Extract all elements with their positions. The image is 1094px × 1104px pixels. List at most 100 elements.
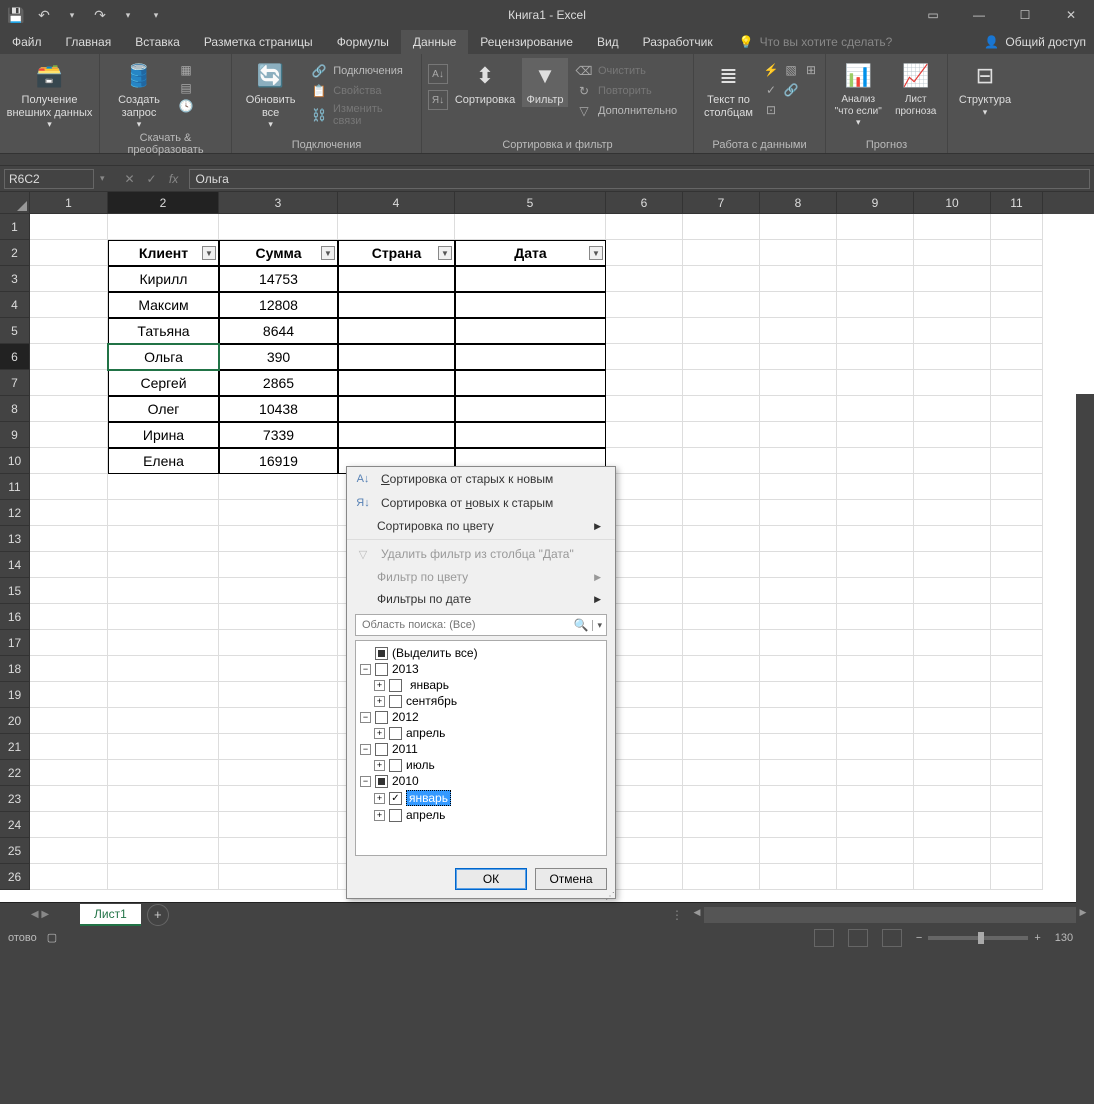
cell[interactable]: [837, 292, 914, 318]
tree-month-selected[interactable]: +✓ январь: [360, 789, 602, 807]
cell[interactable]: Сергей: [108, 370, 219, 396]
search-drop-icon[interactable]: ▾: [592, 620, 606, 631]
cell[interactable]: [914, 812, 991, 838]
checkbox-icon[interactable]: [375, 711, 388, 724]
col-header[interactable]: 9: [837, 192, 914, 214]
cell[interactable]: [837, 448, 914, 474]
cell[interactable]: [108, 578, 219, 604]
tree-year-2012[interactable]: − 2012: [360, 709, 602, 725]
get-external-data-button[interactable]: 🗃️ Получение внешних данных▾: [6, 58, 93, 130]
filter-search-input[interactable]: [356, 619, 570, 631]
col-header[interactable]: 4: [338, 192, 455, 214]
cell[interactable]: [338, 318, 455, 344]
cell[interactable]: Клиент▼: [108, 240, 219, 266]
cell[interactable]: [606, 630, 683, 656]
cell[interactable]: [914, 318, 991, 344]
cell[interactable]: [991, 682, 1043, 708]
filter-search-box[interactable]: 🔍 ▾: [355, 614, 607, 636]
from-table-icon[interactable]: ▤: [178, 80, 194, 96]
cell[interactable]: [914, 370, 991, 396]
cell[interactable]: [760, 578, 837, 604]
cell[interactable]: [606, 448, 683, 474]
expand-icon[interactable]: +: [374, 696, 385, 707]
cell[interactable]: [991, 604, 1043, 630]
tree-year-2010[interactable]: − 2010: [360, 773, 602, 789]
cell[interactable]: 7339: [219, 422, 338, 448]
show-queries-icon[interactable]: ▦: [178, 62, 194, 78]
tab-developer[interactable]: Разработчик: [631, 30, 725, 54]
cell[interactable]: [606, 500, 683, 526]
vertical-scrollbar[interactable]: [1076, 394, 1094, 1104]
cell[interactable]: [108, 786, 219, 812]
cell[interactable]: [30, 682, 108, 708]
cell[interactable]: [606, 266, 683, 292]
cell[interactable]: [760, 474, 837, 500]
sheet-tab[interactable]: Лист1: [80, 904, 141, 926]
cell[interactable]: [760, 448, 837, 474]
cell[interactable]: Елена: [108, 448, 219, 474]
cell[interactable]: [30, 552, 108, 578]
sort-newest-oldest[interactable]: Я↓ Сортировка от новых к старым: [347, 491, 615, 515]
cell[interactable]: [606, 656, 683, 682]
row-header[interactable]: 3: [0, 266, 30, 292]
cell[interactable]: [30, 734, 108, 760]
cell[interactable]: [991, 292, 1043, 318]
col-header[interactable]: 6: [606, 192, 683, 214]
cell[interactable]: [338, 422, 455, 448]
cell[interactable]: [338, 370, 455, 396]
tree-month[interactable]: + апрель: [360, 725, 602, 741]
checkbox-checked-icon[interactable]: ✓: [389, 792, 402, 805]
cell[interactable]: Дата▼: [455, 240, 606, 266]
cell[interactable]: [914, 604, 991, 630]
col-header[interactable]: 5: [455, 192, 606, 214]
cell[interactable]: [219, 760, 338, 786]
cell[interactable]: [914, 240, 991, 266]
cell[interactable]: [338, 344, 455, 370]
cell[interactable]: [219, 812, 338, 838]
row-header[interactable]: 6: [0, 344, 30, 370]
cell[interactable]: [837, 526, 914, 552]
tab-split-icon[interactable]: ⋮: [668, 908, 686, 922]
row-header[interactable]: 24: [0, 812, 30, 838]
col-header[interactable]: 10: [914, 192, 991, 214]
cell[interactable]: [991, 812, 1043, 838]
cell[interactable]: [683, 682, 760, 708]
cell[interactable]: [338, 266, 455, 292]
cell[interactable]: [219, 786, 338, 812]
cell[interactable]: [606, 708, 683, 734]
cell[interactable]: [30, 656, 108, 682]
cancel-formula-icon[interactable]: ✕: [119, 169, 141, 189]
cell[interactable]: [760, 812, 837, 838]
row-header[interactable]: 8: [0, 396, 30, 422]
collapse-icon[interactable]: −: [360, 712, 371, 723]
cell[interactable]: [108, 552, 219, 578]
cell[interactable]: [991, 474, 1043, 500]
cell[interactable]: [760, 370, 837, 396]
cell[interactable]: [30, 526, 108, 552]
cell[interactable]: [991, 240, 1043, 266]
cell[interactable]: [108, 838, 219, 864]
filter-drop-icon[interactable]: ▼: [321, 246, 335, 260]
recent-sources-icon[interactable]: 🕓: [178, 98, 194, 114]
tab-data[interactable]: Данные: [401, 30, 468, 54]
cell[interactable]: [914, 760, 991, 786]
cell[interactable]: [914, 786, 991, 812]
ok-button[interactable]: ОК: [455, 868, 527, 890]
cell[interactable]: [108, 656, 219, 682]
cell[interactable]: [219, 630, 338, 656]
cell[interactable]: [219, 578, 338, 604]
save-icon[interactable]: 💾: [4, 3, 28, 27]
cell[interactable]: [837, 396, 914, 422]
cell[interactable]: [914, 422, 991, 448]
cell[interactable]: [991, 266, 1043, 292]
cell[interactable]: [455, 214, 606, 240]
cell[interactable]: [914, 682, 991, 708]
cell[interactable]: [108, 864, 219, 890]
cell[interactable]: 2865: [219, 370, 338, 396]
cell[interactable]: [837, 552, 914, 578]
cell[interactable]: [683, 422, 760, 448]
col-header[interactable]: 11: [991, 192, 1043, 214]
cell[interactable]: [108, 474, 219, 500]
row-header[interactable]: 16: [0, 604, 30, 630]
cell[interactable]: [30, 578, 108, 604]
